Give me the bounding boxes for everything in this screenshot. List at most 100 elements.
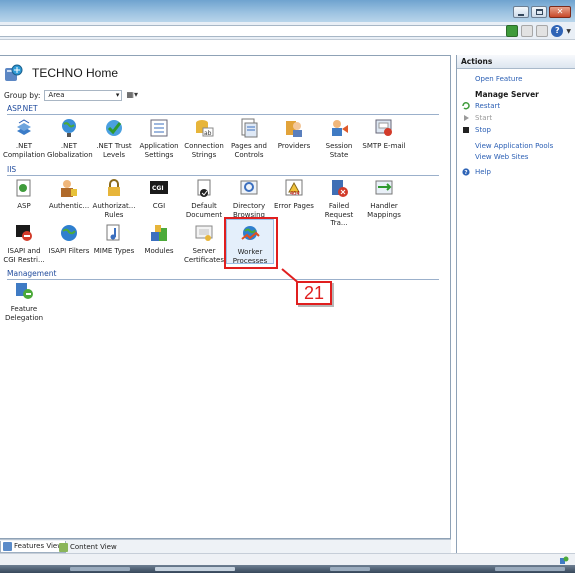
group-by-select[interactable]: Area [44, 90, 123, 101]
pages-icon [241, 118, 258, 138]
svg-text:404: 404 [290, 191, 300, 197]
refresh-icon[interactable] [536, 25, 549, 37]
action-view-web-sites[interactable]: View Web Sites [475, 153, 528, 161]
feature-handler-mappings[interactable]: Handler Mappings [362, 177, 406, 219]
stop-icon[interactable] [521, 25, 534, 37]
feature-net-trust-levels[interactable]: .NET Trust Levels [92, 117, 136, 159]
action-restart[interactable]: Restart [475, 102, 500, 110]
address-bar[interactable] [0, 25, 508, 37]
feature-failed-request-tracing[interactable]: Failed Request Tra... [317, 177, 361, 228]
tab-label: Features View [14, 542, 63, 550]
view-mode-icon[interactable]: ▦▾ [126, 90, 142, 101]
feature-label: Connection Strings [184, 142, 224, 159]
feature-label: Application Settings [139, 142, 179, 159]
action-start[interactable]: Start [475, 114, 492, 122]
certificate-icon [195, 225, 213, 241]
feature-mime-types[interactable]: MIME Types [92, 222, 136, 256]
feature-label: Failed Request Tra... [324, 202, 354, 227]
svg-text:CGI: CGI [152, 185, 164, 192]
action-open-feature[interactable]: Open Feature [475, 75, 522, 83]
title-bar: ✕ [0, 0, 575, 22]
close-button[interactable]: ✕ [549, 6, 571, 18]
error-page-icon: 404 [285, 179, 303, 197]
feature-label: Providers [277, 142, 311, 150]
taskbar [0, 565, 575, 573]
feature-default-document[interactable]: Default Document [182, 177, 226, 219]
toolbar-icons: ? ▼ [506, 25, 571, 37]
restart-icon [462, 102, 470, 110]
mime-types-icon [106, 224, 120, 241]
feature-pages-and-controls[interactable]: Pages and Controls [227, 117, 271, 159]
feature-label: MIME Types [93, 247, 135, 255]
feature-isapi-cgi-restrictions[interactable]: ISAPI and CGI Restri... [2, 222, 46, 264]
actions-pane: Actions Open Feature Manage Server Resta… [456, 55, 575, 553]
feature-delegation[interactable]: Feature Delegation [2, 280, 46, 322]
email-icon [375, 119, 392, 136]
help-icon: ? [462, 168, 470, 176]
feature-label: Server Certificates [183, 247, 224, 264]
stop-icon [463, 127, 469, 133]
feature-cgi[interactable]: CGI CGI [137, 177, 181, 211]
feature-net-compilation[interactable]: .NET Compilation [2, 117, 46, 159]
minimize-icon [518, 13, 524, 16]
globe-icon [62, 119, 76, 137]
content-view-icon [59, 542, 68, 552]
feature-isapi-filters[interactable]: ISAPI Filters [47, 222, 91, 256]
feature-application-settings[interactable]: Application Settings [137, 117, 181, 159]
feature-modules[interactable]: Modules [137, 222, 181, 256]
feature-label: Authentic... [48, 202, 90, 210]
feature-net-globalization[interactable]: .NET Globalization [47, 117, 93, 159]
feature-connection-strings[interactable]: ab Connection Strings [182, 117, 226, 159]
taskbar-item[interactable] [330, 567, 370, 571]
help-icon[interactable]: ? [551, 25, 564, 37]
session-icon [332, 120, 348, 136]
asp-icon [16, 179, 31, 197]
trust-check-icon [106, 120, 122, 136]
tab-content-view[interactable]: Content View [57, 541, 119, 553]
feature-label: Handler Mappings [367, 202, 401, 219]
delegation-icon [16, 283, 33, 299]
feature-asp[interactable]: ASP [2, 177, 46, 211]
taskbar-item[interactable] [70, 567, 130, 571]
feature-server-certificates[interactable]: Server Certificates [182, 222, 226, 264]
taskbar-item[interactable] [155, 567, 235, 571]
callout-number: 21 [296, 281, 332, 305]
cgi-icon: CGI [150, 181, 168, 194]
document-check-icon [197, 179, 211, 197]
feature-label: .NET Compilation [2, 142, 46, 159]
feature-label: Feature Delegation [4, 305, 44, 322]
filter-globe-icon [61, 225, 77, 241]
tab-label: Content View [70, 542, 117, 551]
feature-label: ISAPI and CGI Restri... [3, 247, 45, 264]
feature-label: Default Document [185, 202, 223, 219]
failed-request-icon [332, 180, 348, 197]
group-by-label: Group by: [4, 91, 41, 100]
lock-icon [108, 179, 120, 196]
feature-providers[interactable]: Providers [272, 117, 316, 151]
feature-error-pages[interactable]: 404 Error Pages [272, 177, 316, 211]
action-view-application-pools[interactable]: View Application Pools [475, 142, 553, 150]
page-title: TECHNO Home [32, 66, 119, 80]
taskbar-item[interactable] [495, 567, 565, 571]
section-aspnet: ASP.NET [7, 104, 439, 115]
minimize-button[interactable] [513, 6, 529, 18]
authentication-icon [61, 180, 77, 197]
feature-session-state[interactable]: Session State [317, 117, 361, 159]
isapi-restriction-icon [16, 225, 32, 241]
feature-smtp-email[interactable]: SMTP E-mail [362, 117, 406, 151]
action-stop[interactable]: Stop [475, 126, 491, 134]
action-help[interactable]: Help [475, 168, 491, 176]
feature-directory-browsing[interactable]: Directory Browsing [227, 177, 271, 219]
maximize-button[interactable] [531, 6, 547, 18]
highlight-box [224, 217, 278, 269]
feature-authorization-rules[interactable]: Authorizat... Rules [92, 177, 136, 219]
handler-mappings-icon [375, 180, 393, 195]
database-string-icon: ab [196, 120, 214, 137]
group-by-bar: Group by: Area ▦▾ [4, 90, 142, 101]
feature-label: Error Pages [274, 202, 314, 210]
view-tabs: Features View Content View [0, 539, 451, 553]
feature-authentication[interactable]: Authentic... [47, 177, 91, 211]
chevron-down-icon[interactable]: ▼ [566, 28, 571, 35]
features-pane: TECHNO Home Group by: Area ▦▾ ASP.NET II… [0, 55, 451, 539]
go-icon[interactable] [506, 25, 519, 37]
